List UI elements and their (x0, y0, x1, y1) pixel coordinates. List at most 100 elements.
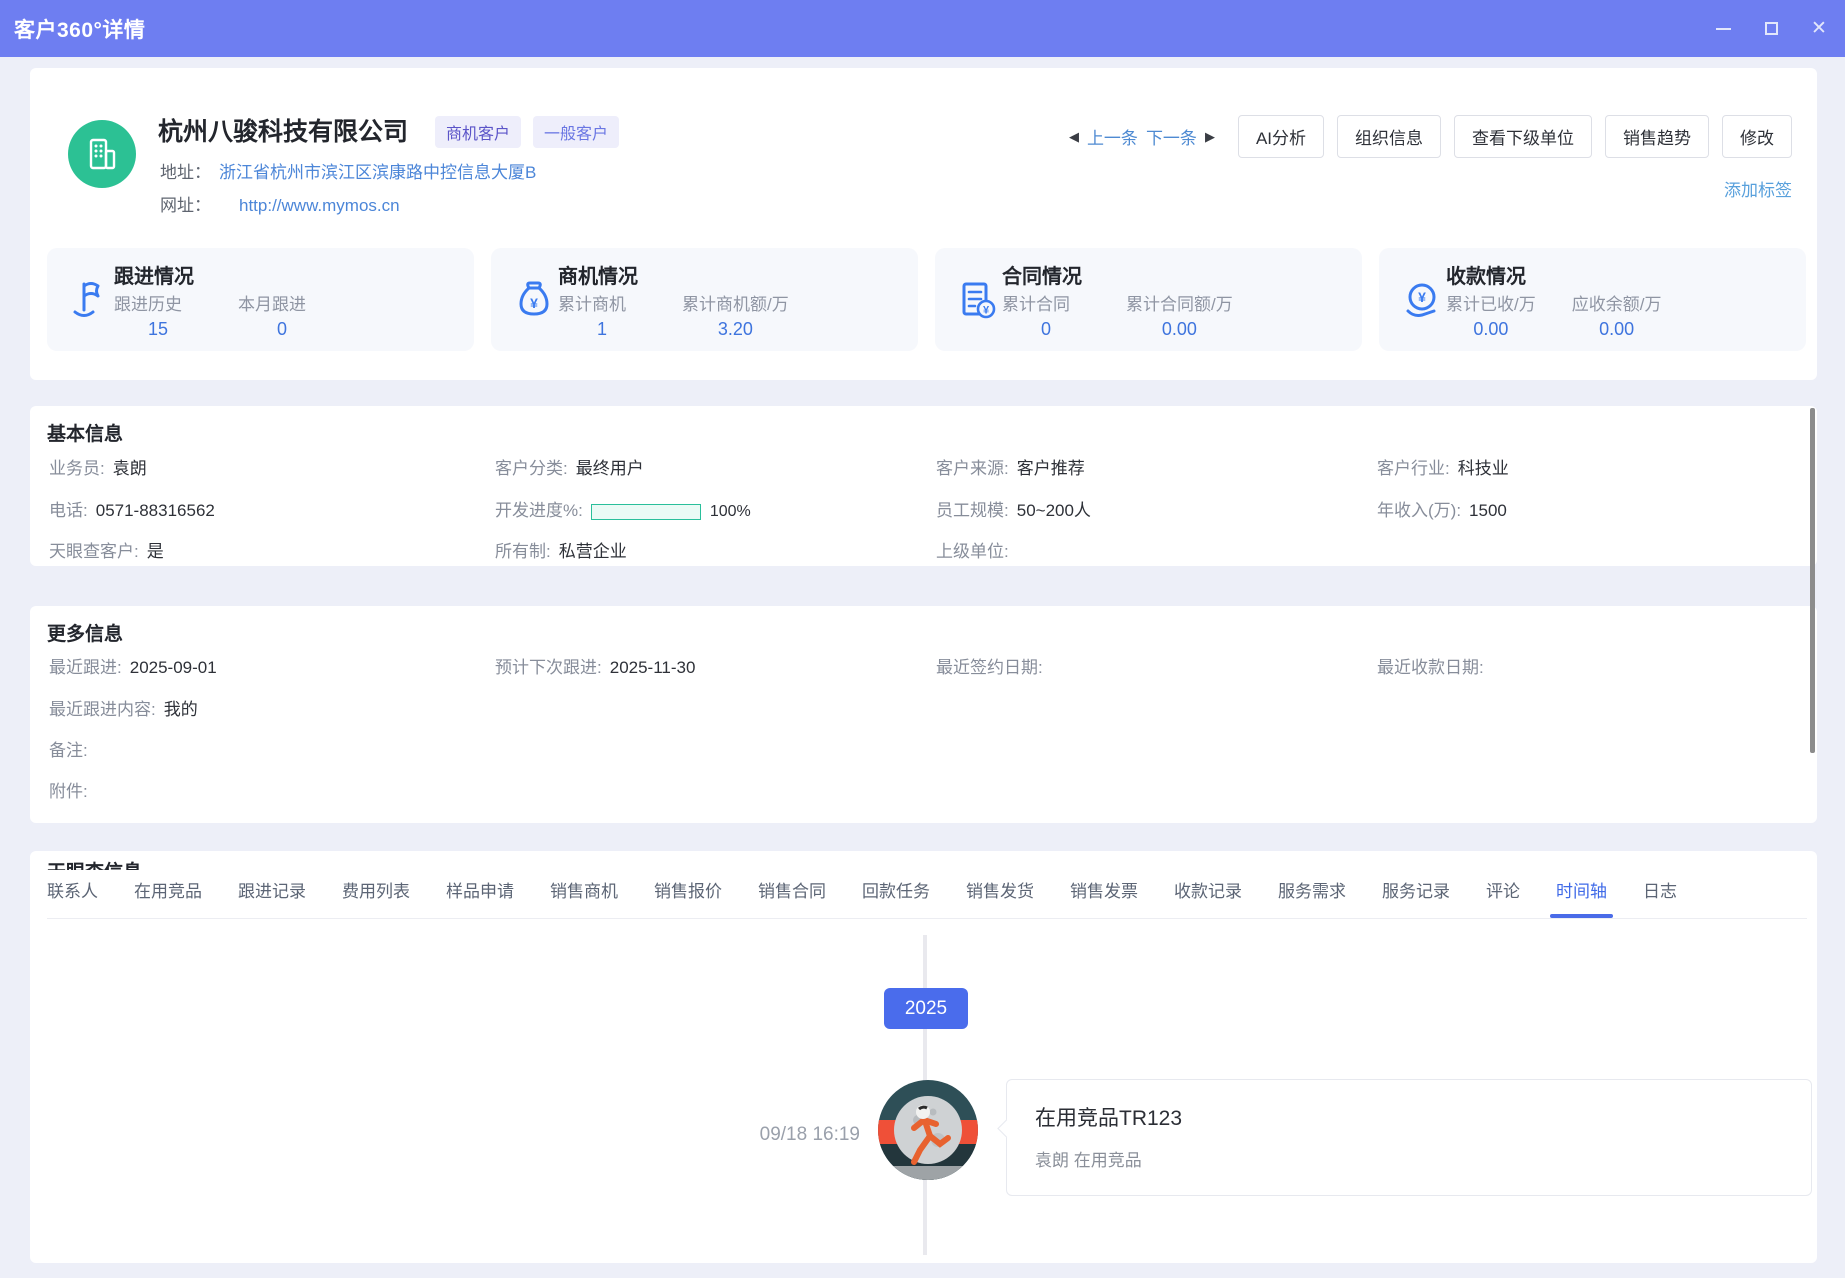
website-row: 网址： http://www.mymos.cn (160, 191, 400, 216)
minimize-icon (1716, 28, 1731, 30)
basic-info-title: 基本信息 (47, 419, 123, 446)
tab-payment-records[interactable]: 收款记录 (1174, 877, 1242, 904)
field-ownership: 所有制:私营企业 (495, 537, 627, 562)
stat-title: 商机情况 (558, 260, 638, 289)
svg-text:¥: ¥ (1418, 289, 1426, 305)
timeline-year-badge: 2025 (884, 988, 968, 1029)
tab-service-records[interactable]: 服务记录 (1382, 877, 1450, 904)
progress-percent: 100% (710, 503, 751, 521)
next-record-link[interactable]: 下一条 (1146, 124, 1197, 149)
tab-service-demand[interactable]: 服务需求 (1278, 877, 1346, 904)
more-info-panel: 更多信息 最近跟进:2025-09-01 预计下次跟进:2025-11-30 最… (30, 606, 1817, 823)
more-info-title: 更多信息 (47, 619, 123, 646)
tab-sales-contract[interactable]: 销售合同 (758, 877, 826, 904)
tab-sales-invoice[interactable]: 销售发票 (1070, 877, 1138, 904)
stat-title: 跟进情况 (114, 260, 194, 289)
website-label: 网址： (160, 196, 211, 215)
field-attachment: 附件: (49, 777, 96, 802)
org-info-button[interactable]: 组织信息 (1337, 115, 1441, 158)
maximize-button[interactable] (1761, 19, 1781, 39)
prev-record-link[interactable]: 上一条 (1087, 124, 1138, 149)
sales-trend-button[interactable]: 销售趋势 (1605, 115, 1709, 158)
field-last-payment-date: 最近收款日期: (1377, 653, 1492, 678)
company-name: 杭州八骏科技有限公司 (158, 112, 408, 148)
next-arrow-icon[interactable]: ▶ (1205, 129, 1215, 145)
stat-title: 收款情况 (1446, 260, 1526, 289)
minimize-button[interactable] (1713, 19, 1733, 39)
basic-info-panel: 基本信息 业务员:袁朗 客户分类:最终用户 客户来源:客户推荐 客户行业:科技业… (30, 406, 1817, 566)
edit-button[interactable]: 修改 (1722, 115, 1792, 158)
field-next-followup: 预计下次跟进:2025-11-30 (495, 653, 695, 678)
tab-sales-shipment[interactable]: 销售发货 (966, 877, 1034, 904)
prev-arrow-icon[interactable]: ◀ (1069, 129, 1079, 145)
tab-contacts[interactable]: 联系人 (47, 877, 98, 904)
address-label: 地址： (160, 163, 211, 182)
ai-analysis-button[interactable]: AI分析 (1238, 115, 1324, 158)
moneybag-icon: ¥ (512, 278, 556, 322)
stat-card-contract: ¥ 合同情况 累计合同 0 累计合同额/万 0.00 (935, 248, 1362, 351)
metric-receivable-balance: 应收余额/万 0.00 (1572, 290, 1662, 340)
tab-competitors-in-use[interactable]: 在用竞品 (134, 877, 202, 904)
progress-bar (591, 504, 701, 520)
timeline-entry-card[interactable]: 在用竞品TR123 袁朗 在用竞品 (1006, 1079, 1812, 1196)
customer-360-window: 客户360°详情 ✕ 杭州八骏科技有限公司 商机客户 一般客户 地址： 浙江省杭州… (0, 0, 1845, 1278)
field-tianyancha: 天眼查客户:是 (49, 537, 164, 562)
company-tags: 商机客户 一般客户 (435, 116, 619, 148)
window-title: 客户360°详情 (14, 14, 145, 44)
timeline-entry-time: 09/18 16:19 (660, 1124, 860, 1146)
address-link[interactable]: 浙江省杭州市滨江区滨康路中控信息大厦B (219, 163, 536, 182)
vertical-scrollbar-thumb[interactable] (1810, 408, 1815, 753)
field-customer-source: 客户来源:客户推荐 (936, 454, 1085, 479)
view-subunits-button[interactable]: 查看下级单位 (1454, 115, 1592, 158)
clipped-section-title: 天眼查信息 (47, 857, 142, 870)
metric-month-follow: 本月跟进 0 (238, 290, 326, 340)
field-dev-progress: 开发进度%:100% (495, 496, 751, 521)
tab-payment-task[interactable]: 回款任务 (862, 877, 930, 904)
company-header-panel: 杭州八骏科技有限公司 商机客户 一般客户 地址： 浙江省杭州市滨江区滨康路中控信息… (30, 68, 1817, 380)
svg-text:¥: ¥ (983, 305, 990, 317)
tab-followup-records[interactable]: 跟进记录 (238, 877, 306, 904)
field-parent-unit: 上级单位: (936, 537, 1017, 562)
stat-title: 合同情况 (1002, 260, 1082, 289)
field-customer-industry: 客户行业:科技业 (1377, 454, 1509, 479)
close-button[interactable]: ✕ (1809, 19, 1829, 39)
tag-general-customer: 一般客户 (533, 116, 619, 148)
tab-timeline[interactable]: 时间轴 (1556, 877, 1607, 904)
tab-comments[interactable]: 评论 (1486, 877, 1520, 904)
record-nav: ◀ 上一条 下一条 ▶ (1069, 124, 1215, 149)
avatar (878, 1080, 978, 1180)
field-last-followup-content: 最近跟进内容:我的 (49, 695, 198, 720)
metric-total-received: 累计已收/万 0.00 (1446, 290, 1536, 340)
metric-total-contracts: 累计合同 0 (1002, 290, 1090, 340)
field-phone: 电话:0571-88316562 (49, 496, 215, 521)
timeline-entry-subtitle: 袁朗 在用竞品 (1035, 1146, 1142, 1171)
tab-log[interactable]: 日志 (1643, 877, 1677, 904)
metric-follow-history: 跟进历史 15 (114, 290, 202, 340)
flag-icon (68, 278, 112, 322)
header-actions: ◀ 上一条 下一条 ▶ AI分析 组织信息 查看下级单位 销售趋势 修改 (1069, 115, 1792, 158)
tag-opportunity-customer: 商机客户 (435, 116, 521, 148)
tab-sales-quote[interactable]: 销售报价 (654, 877, 722, 904)
website-link[interactable]: http://www.mymos.cn (239, 196, 400, 215)
field-employee-scale: 员工规模:50~200人 (936, 496, 1091, 521)
field-salesperson: 业务员:袁朗 (49, 454, 147, 479)
astronaut-avatar-image (878, 1080, 978, 1180)
window-controls: ✕ (1713, 0, 1829, 57)
stat-card-opportunity: ¥ 商机情况 累计商机 1 累计商机额/万 3.20 (491, 248, 918, 351)
tab-expense-list[interactable]: 费用列表 (342, 877, 410, 904)
svg-text:¥: ¥ (530, 295, 538, 311)
tab-sample-request[interactable]: 样品申请 (446, 877, 514, 904)
metric-total-contract-amount: 累计合同额/万 0.00 (1126, 290, 1233, 340)
tab-sales-opportunity[interactable]: 销售商机 (550, 877, 618, 904)
stat-card-followup: 跟进情况 跟进历史 15 本月跟进 0 (47, 248, 474, 351)
titlebar: 客户360°详情 ✕ (0, 0, 1845, 57)
tab-row: 联系人 在用竞品 跟进记录 费用列表 样品申请 销售商机 销售报价 销售合同 回… (47, 877, 1807, 919)
stat-cards-row: 跟进情况 跟进历史 15 本月跟进 0 ¥ (47, 248, 1806, 351)
building-icon (83, 135, 121, 173)
metric-total-opp-amount: 累计商机额/万 3.20 (682, 290, 789, 340)
timeline-entry-title: 在用竞品TR123 (1035, 1102, 1182, 1132)
detail-tabs-panel: 天眼查信息 联系人 在用竞品 跟进记录 费用列表 样品申请 销售商机 销售报价 … (30, 851, 1817, 1263)
address-row: 地址： 浙江省杭州市滨江区滨康路中控信息大厦B (160, 158, 536, 183)
field-remark: 备注: (49, 736, 96, 761)
add-tag-link[interactable]: 添加标签 (1724, 176, 1792, 201)
